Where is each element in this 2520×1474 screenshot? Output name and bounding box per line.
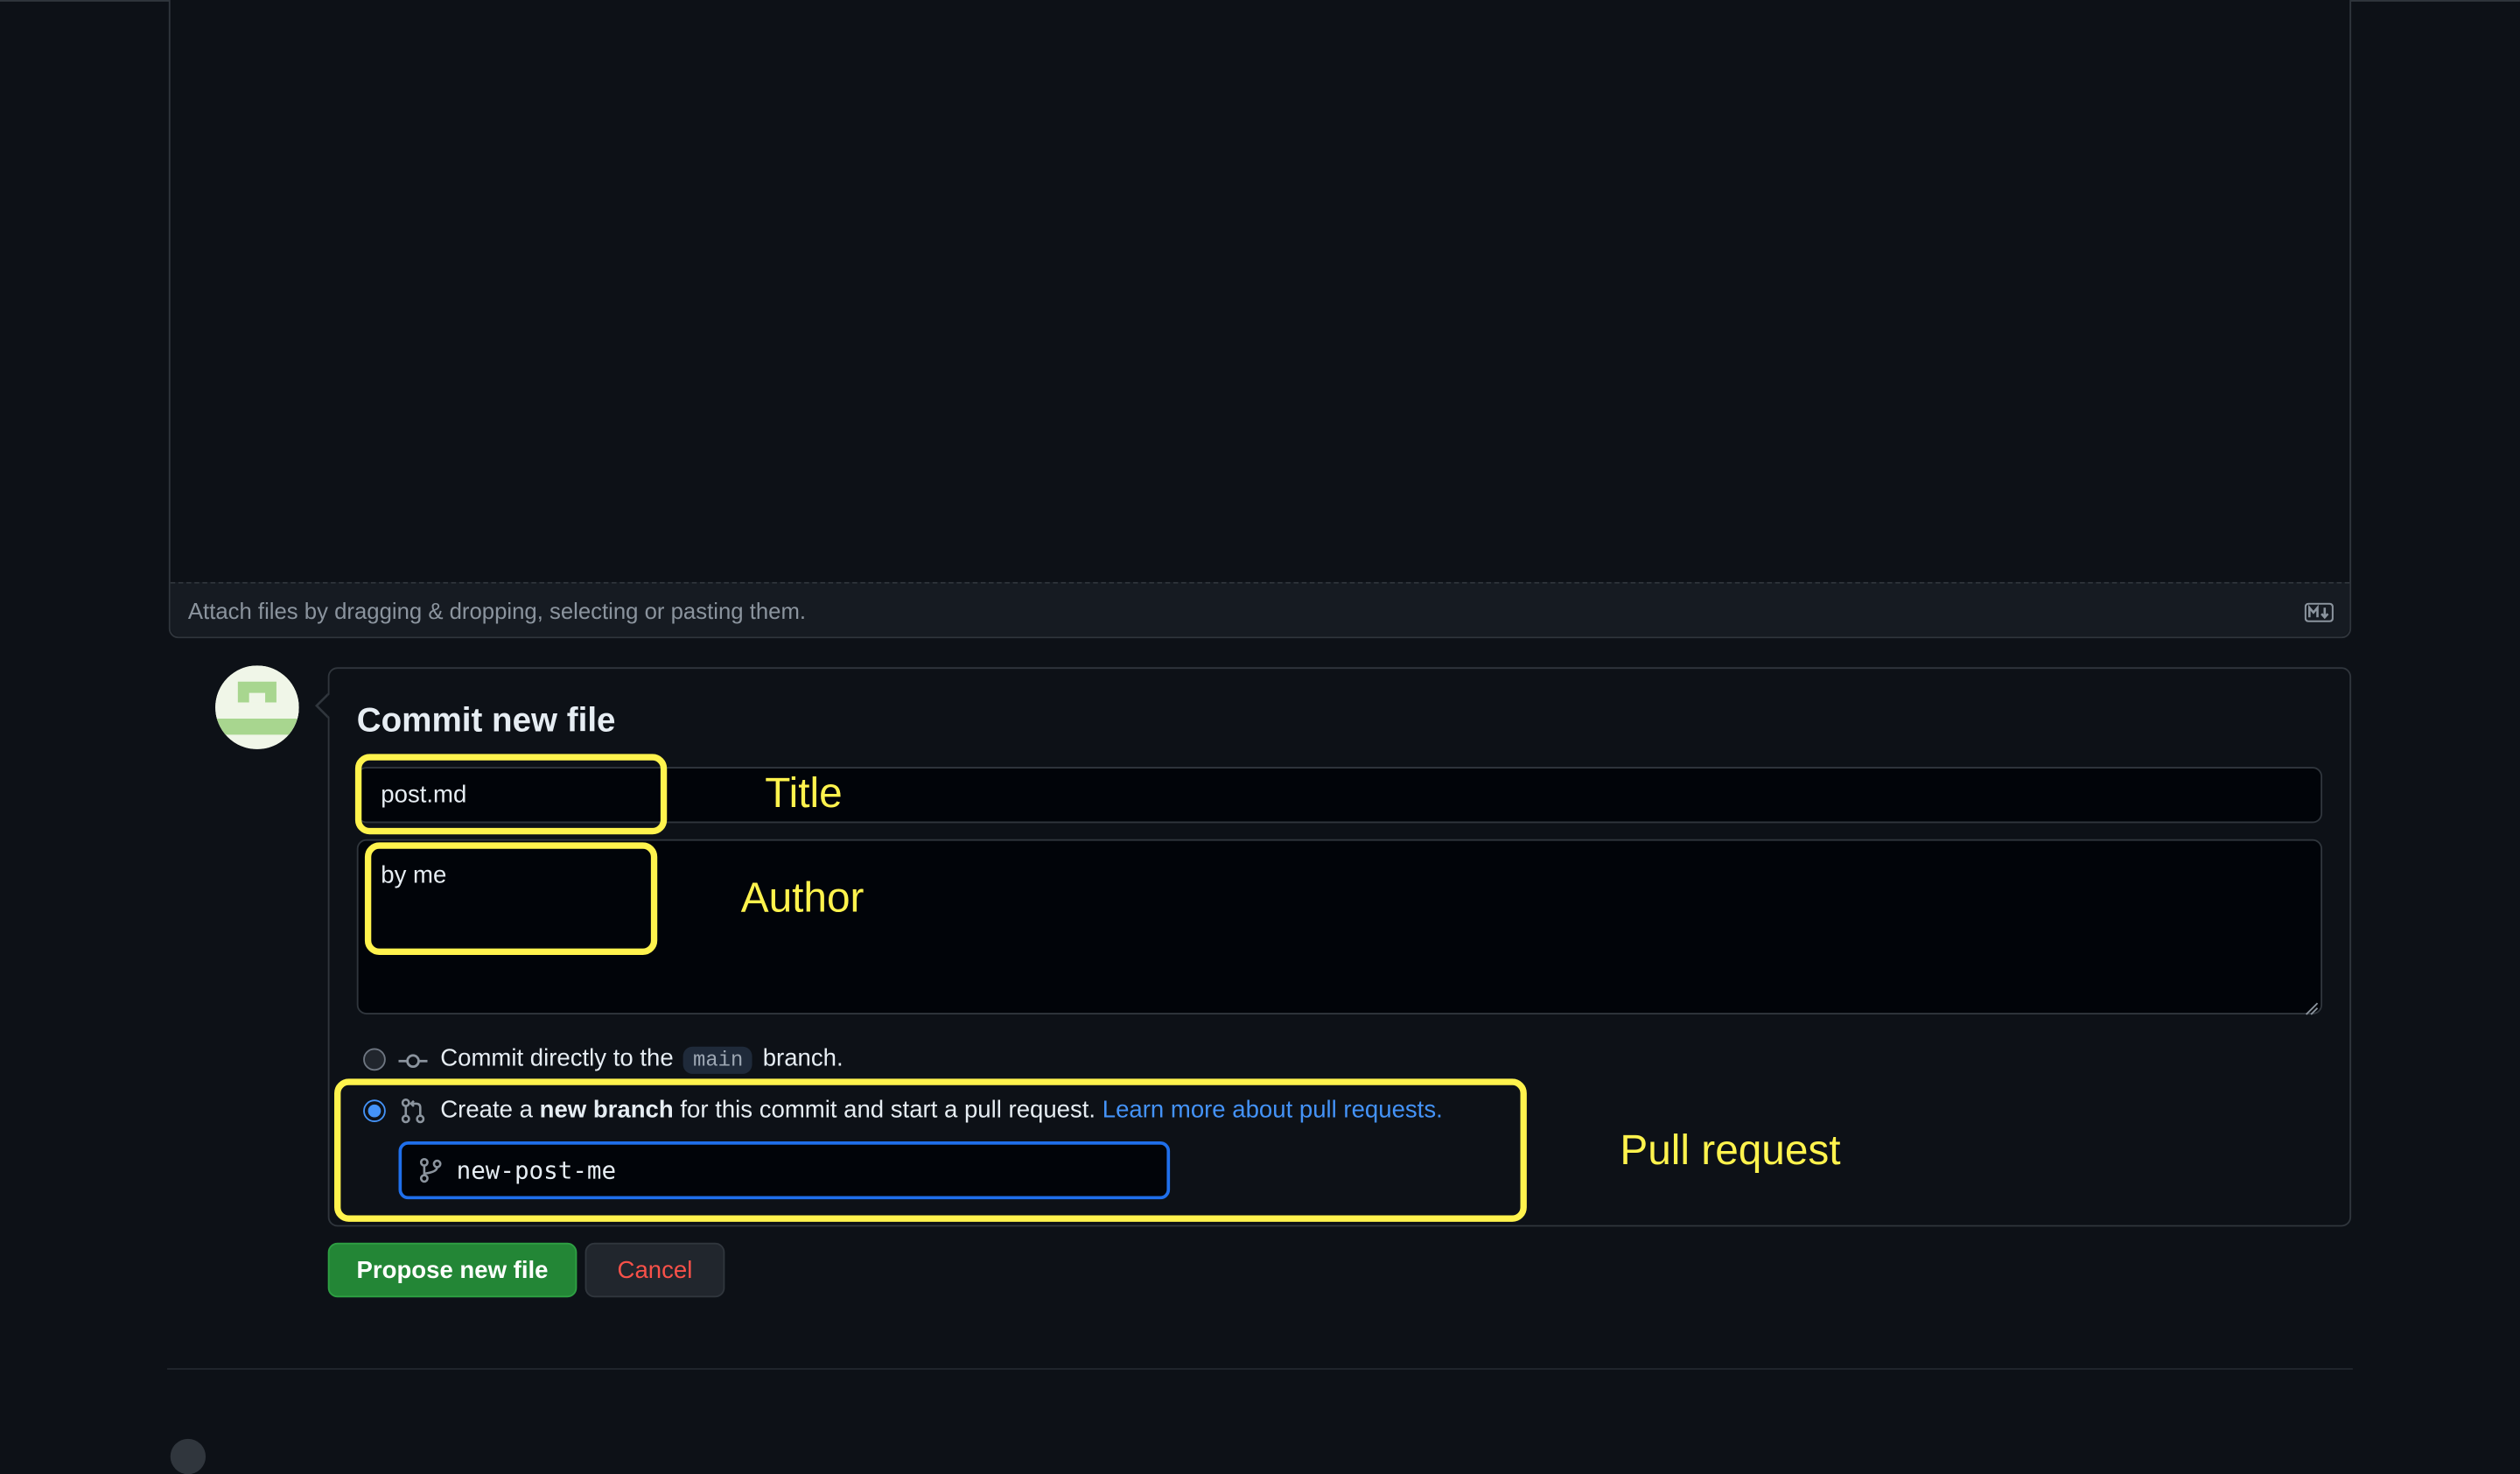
footer-divider bbox=[167, 1368, 2353, 1370]
pull-request-highlight-box bbox=[334, 1078, 1527, 1222]
panel-caret-inner bbox=[318, 694, 330, 718]
pull-request-annotation: Pull request bbox=[1620, 1125, 1841, 1174]
title-highlight-box bbox=[354, 754, 668, 835]
propose-new-file-button[interactable]: Propose new file bbox=[327, 1242, 578, 1298]
footer-avatar bbox=[170, 1438, 206, 1474]
author-highlight-box bbox=[364, 842, 658, 955]
title-annotation: Title bbox=[765, 768, 843, 818]
cancel-button[interactable]: Cancel bbox=[584, 1242, 725, 1298]
avatar bbox=[215, 665, 299, 749]
commit-direct-radio[interactable] bbox=[363, 1048, 386, 1071]
file-editor-area[interactable] bbox=[168, 0, 2352, 639]
git-commit-icon bbox=[398, 1049, 428, 1072]
commit-heading: Commit new file bbox=[356, 702, 616, 740]
markdown-icon[interactable] bbox=[2304, 601, 2334, 622]
base-branch-name: main bbox=[682, 1046, 753, 1074]
attach-files-hint: Attach files by dragging & dropping, sel… bbox=[187, 598, 807, 624]
commit-direct-suffix: branch. bbox=[762, 1044, 844, 1073]
commit-direct-prefix: Commit directly to the bbox=[440, 1044, 674, 1073]
resize-grip-icon[interactable] bbox=[2303, 995, 2319, 1015]
commit-direct-label[interactable]: Commit directly to the main branch. bbox=[440, 1044, 844, 1074]
author-annotation: Author bbox=[740, 873, 864, 922]
